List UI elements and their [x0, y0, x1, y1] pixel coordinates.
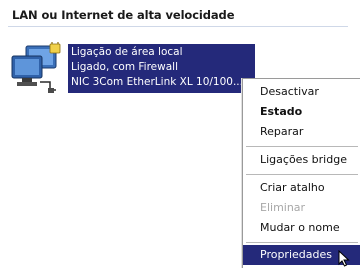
network-connection-icon	[10, 39, 62, 96]
menu-item-criar-atalho[interactable]: Criar atalho	[243, 178, 360, 198]
context-menu: Desactivar Estado Reparar Ligações bridg…	[242, 78, 360, 268]
menu-item-reparar[interactable]: Reparar	[243, 122, 360, 142]
menu-item-ligacoes-bridge[interactable]: Ligações bridge	[243, 150, 360, 170]
connection-name: Ligação de área local	[71, 46, 183, 58]
menu-item-mudar-nome[interactable]: Mudar o nome	[243, 218, 360, 238]
menu-separator	[246, 146, 358, 147]
group-divider	[8, 26, 348, 27]
network-connection-item[interactable]: Ligação de área local Ligado, com Firewa…	[8, 39, 256, 102]
menu-item-estado[interactable]: Estado	[243, 102, 360, 122]
menu-separator	[246, 242, 358, 243]
connection-label-block[interactable]: Ligação de área local Ligado, com Firewa…	[68, 44, 255, 93]
group-header: LAN ou Internet de alta velocidade	[12, 8, 235, 22]
mouse-pointer-icon	[338, 249, 352, 267]
menu-item-eliminar: Eliminar	[260, 201, 306, 214]
menu-item-desactivar[interactable]: Desactivar	[243, 82, 360, 102]
connection-device: NIC 3Com EtherLink XL 10/100...	[71, 76, 243, 88]
connection-status: Ligado, com Firewall	[71, 61, 178, 73]
menu-separator	[246, 174, 358, 175]
